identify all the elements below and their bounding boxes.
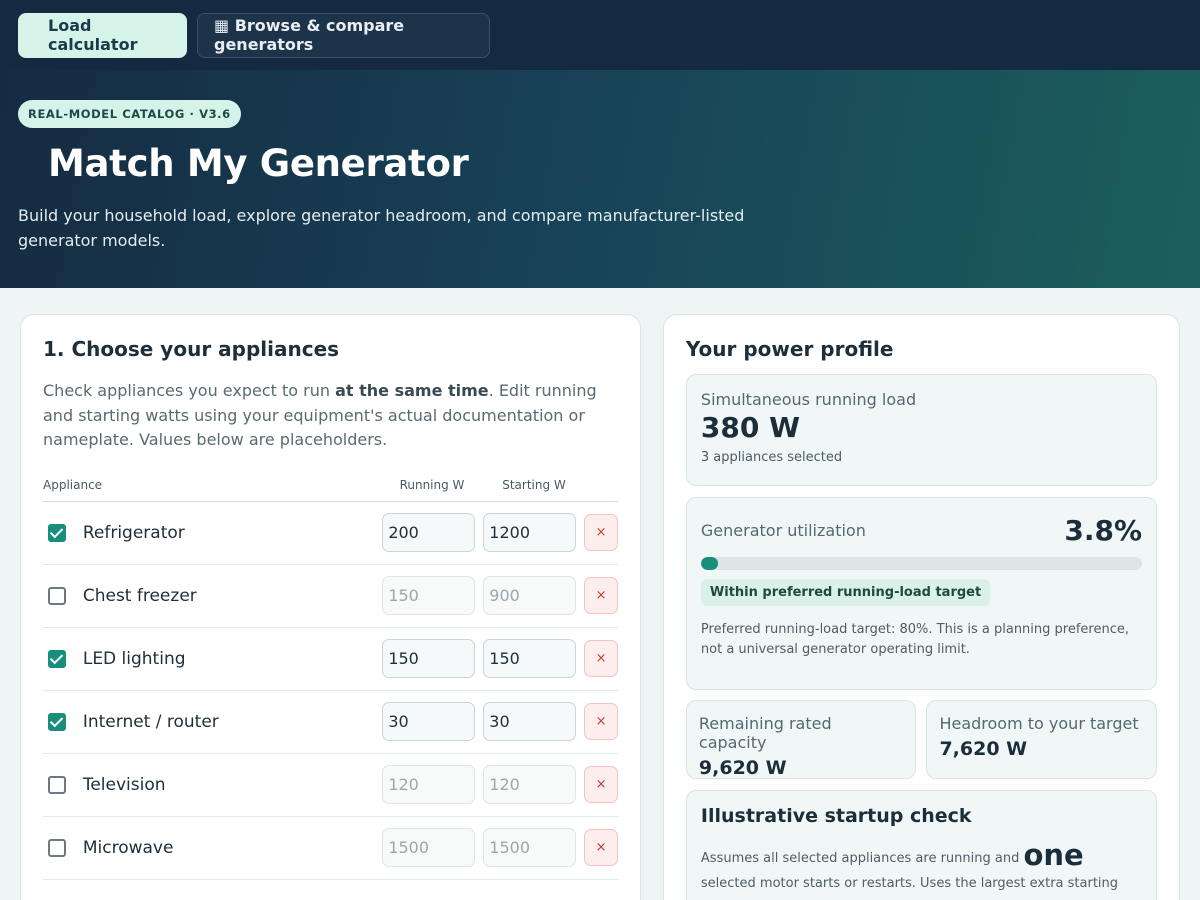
appliance-row: Microwave 1500 1500 ×	[43, 817, 618, 880]
appliance-name: LED lighting	[82, 648, 186, 669]
appliance-row: LED lighting 150 150 ×	[43, 628, 618, 691]
utilization-bar-fill	[700, 557, 718, 570]
tab-label: Load calculator	[48, 16, 138, 54]
selected-count: 3 appliances selected	[700, 450, 843, 465]
appliance-row: Television 120 120 ×	[43, 754, 618, 817]
appliance-name: Refrigerator	[82, 522, 185, 543]
startup-check-card: Illustrative startup check Assumes all s…	[685, 790, 1157, 900]
headroom-card: Headroom to your target 7,620 W	[926, 700, 1157, 779]
startup-text: selected motor starts or restarts. Uses …	[700, 876, 1119, 891]
appliance-table-header: Appliance Running W Starting W	[43, 478, 618, 502]
appliance-checkbox[interactable]	[48, 712, 66, 731]
running-watts-input[interactable]: 120	[382, 765, 476, 804]
running-watts-input[interactable]: 150	[382, 639, 476, 678]
appliance-name: Internet / router	[82, 711, 219, 732]
utilization-card: Generator utilization 3.8% Within prefer…	[685, 497, 1157, 690]
running-watts-input[interactable]: 200	[382, 513, 476, 552]
running-watts-input[interactable]: 30	[382, 702, 476, 741]
startup-emphasis: one	[1023, 838, 1084, 872]
appliance-panel: 1. Choose your appliances Check applianc…	[20, 314, 641, 900]
remaining-value: 9,620 W	[698, 757, 787, 779]
remove-appliance-button[interactable]: ×	[584, 766, 618, 803]
starting-watts-input[interactable]: 1200	[483, 513, 577, 552]
capacity-summary: Remaining rated capacity 9,620 W Headroo…	[685, 700, 1157, 779]
utilization-label: Generator utilization	[700, 521, 866, 540]
appliance-checkbox[interactable]	[48, 775, 66, 794]
utilization-note: Preferred running-load target: 80%. This…	[700, 622, 1129, 657]
running-watts-input[interactable]: 150	[382, 576, 476, 615]
remove-appliance-button[interactable]: ×	[584, 577, 618, 614]
appliance-row: Internet / router 30 30 ×	[43, 691, 618, 754]
profile-heading: Your power profile	[685, 337, 894, 361]
running-load-value: 380 W	[700, 411, 800, 444]
status-badge: Within preferred running-load target	[700, 579, 991, 606]
appliance-checkbox[interactable]	[48, 838, 66, 857]
appliance-checkbox[interactable]	[48, 586, 66, 605]
remaining-capacity-card: Remaining rated capacity 9,620 W	[685, 700, 917, 779]
remove-appliance-button[interactable]: ×	[584, 514, 618, 551]
appliance-intro: Check appliances you expect to run at th…	[43, 379, 618, 453]
appliance-row: Refrigerator 200 1200 ×	[43, 502, 618, 565]
appliance-name: Microwave	[82, 837, 174, 858]
power-profile-panel: Your power profile Simultaneous running …	[662, 314, 1180, 900]
starting-watts-input[interactable]: 30	[483, 702, 577, 741]
starting-watts-input[interactable]: 150	[483, 639, 577, 678]
appliance-name: Chest freezer	[82, 585, 197, 606]
running-watts-input[interactable]: 1500	[382, 828, 476, 867]
utilization-bar	[700, 557, 1142, 570]
page-title: Match My Generator	[48, 142, 469, 185]
col-appliance: Appliance	[43, 477, 103, 492]
intro-text: Check appliances you expect to run	[43, 381, 336, 400]
appliance-checkbox[interactable]	[48, 523, 66, 542]
appliance-row: Chest freezer 150 900 ×	[43, 565, 618, 628]
starting-watts-input[interactable]: 900	[483, 576, 577, 615]
remaining-label: Remaining rated capacity	[698, 714, 832, 752]
remove-appliance-button[interactable]: ×	[584, 640, 618, 677]
col-running: Running W	[399, 477, 465, 492]
appliance-checkbox[interactable]	[48, 649, 66, 668]
running-load-label: Simultaneous running load	[700, 390, 917, 409]
utilization-value: 3.8%	[1064, 514, 1142, 547]
remove-appliance-button[interactable]: ×	[584, 703, 618, 740]
main-content: 1. Choose your appliances Check applianc…	[0, 288, 1200, 900]
startup-title: Illustrative startup check	[700, 805, 972, 827]
startup-text: Assumes all selected appliances are runn…	[700, 851, 1024, 866]
top-navigation: Load calculator ▦ Browse & compare gener…	[0, 0, 1200, 70]
tab-load-calculator[interactable]: Load calculator	[18, 12, 187, 58]
appliance-heading: 1. Choose your appliances	[43, 337, 340, 361]
starting-watts-input[interactable]: 1500	[483, 828, 577, 867]
appliance-name: Television	[82, 774, 166, 795]
version-badge: REAL-MODEL CATALOG · V3.6	[18, 100, 241, 128]
intro-emphasis: at the same time	[335, 381, 489, 400]
startup-description: Assumes all selected appliances are runn…	[700, 841, 1142, 900]
page-subtitle: Build your household load, explore gener…	[18, 206, 745, 250]
col-starting: Starting W	[502, 477, 566, 492]
running-load-card: Simultaneous running load 380 W 3 applia…	[685, 374, 1157, 486]
tab-browse-generators[interactable]: ▦ Browse & compare generators	[197, 12, 490, 58]
headroom-value: 7,620 W	[939, 738, 1028, 760]
remove-appliance-button[interactable]: ×	[584, 829, 618, 866]
tab-label: ▦ Browse & compare generators	[214, 16, 405, 54]
hero-banner: REAL-MODEL CATALOG · V3.6 Match My Gener…	[0, 70, 1200, 288]
headroom-label: Headroom to your target	[939, 714, 1139, 733]
starting-watts-input[interactable]: 120	[483, 765, 577, 804]
appliance-rows: Refrigerator 200 1200 × Chest freezer 150 900 ×…	[43, 502, 618, 880]
